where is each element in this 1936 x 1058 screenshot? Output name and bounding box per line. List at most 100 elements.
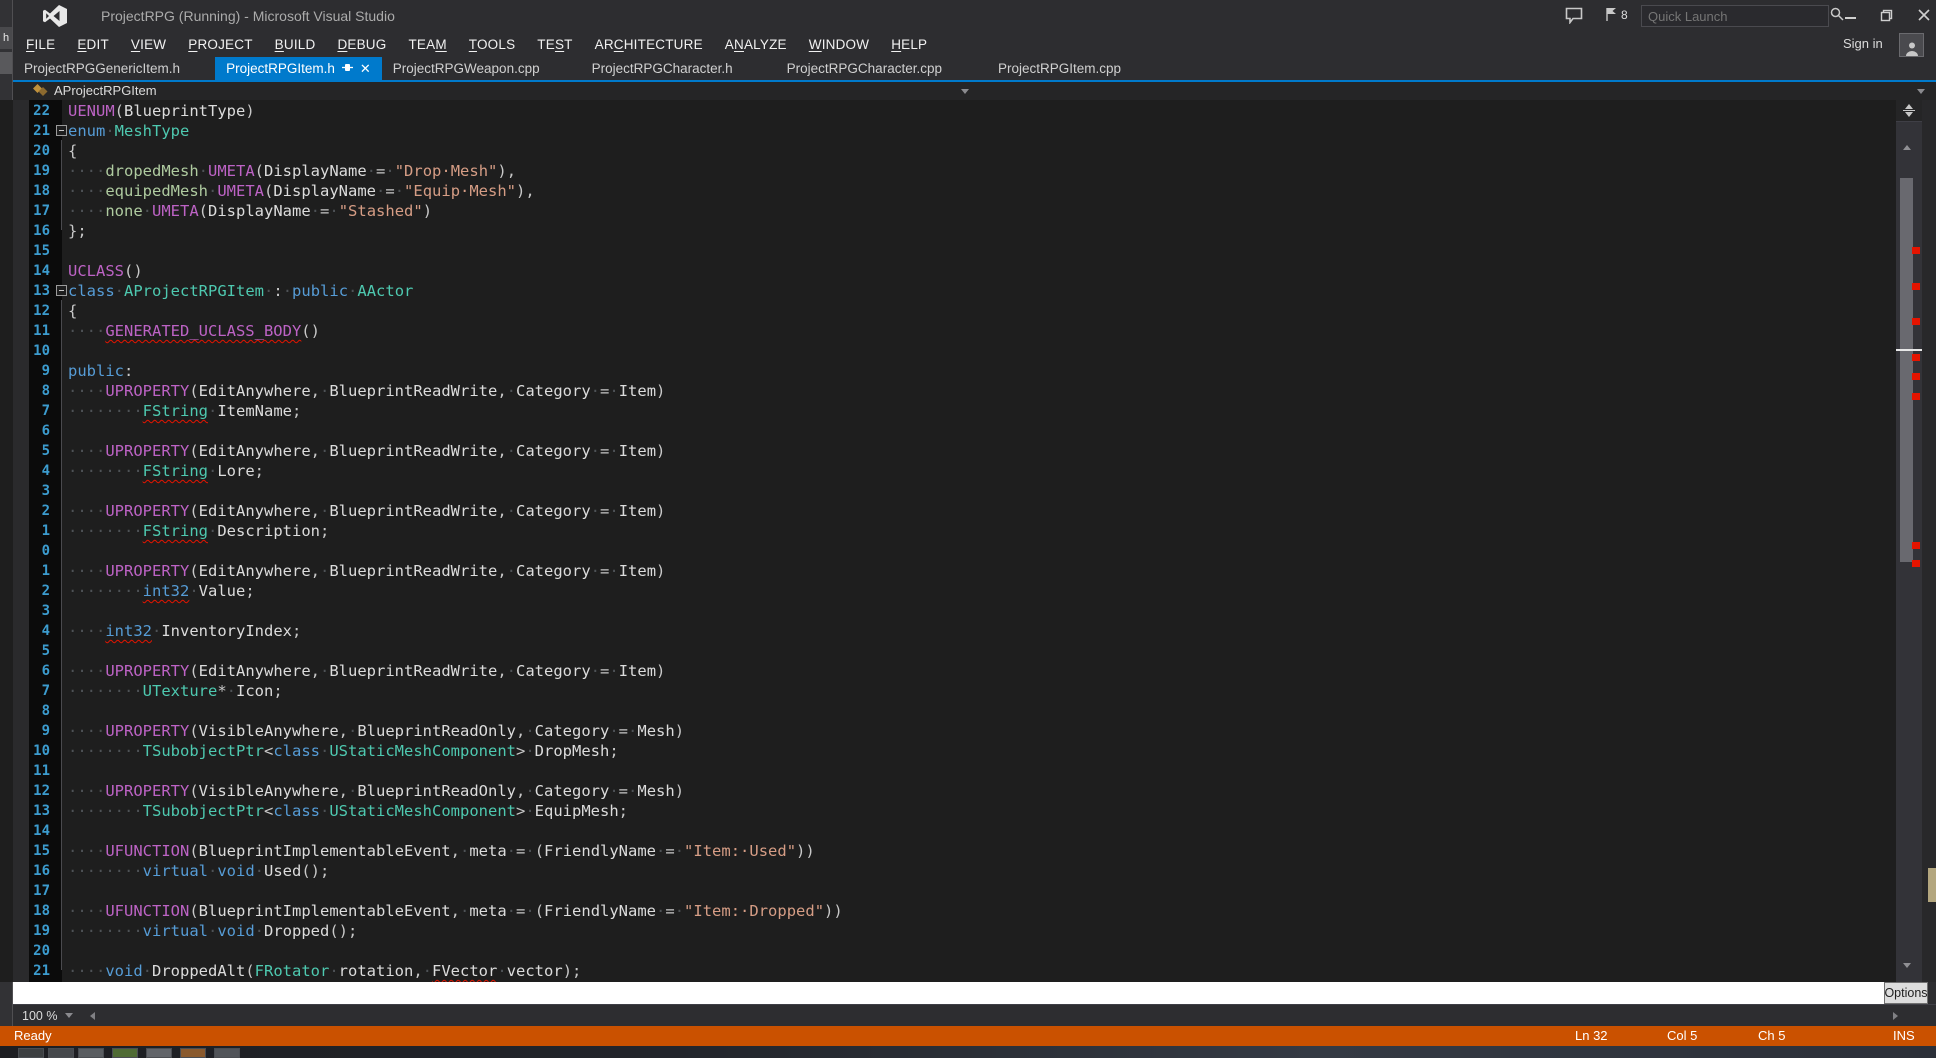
members-dropdown-chevron-icon[interactable] xyxy=(1917,89,1925,94)
code-line[interactable]: 7········UTexture*·Icon; xyxy=(0,681,1896,701)
taskbar-app-icon[interactable] xyxy=(18,1048,44,1058)
code-line[interactable]: 9····UPROPERTY(VisibleAnywhere,·Blueprin… xyxy=(0,721,1896,741)
code-line[interactable]: 14UCLASS() xyxy=(0,261,1896,281)
menu-item-debug[interactable]: DEBUG xyxy=(326,37,397,52)
code-line[interactable]: 2········int32·Value; xyxy=(0,581,1896,601)
vim-command-input[interactable] xyxy=(13,982,1884,1004)
types-dropdown-chevron-icon[interactable] xyxy=(961,89,969,94)
fold-margin xyxy=(56,861,68,881)
options-button[interactable]: Options xyxy=(1884,982,1928,1004)
user-avatar[interactable] xyxy=(1899,33,1924,57)
code-line[interactable]: 21····void·DroppedAlt(FRotator·rotation,… xyxy=(0,961,1896,981)
code-line[interactable]: 16········virtual·void·Used(); xyxy=(0,861,1896,881)
code-line[interactable]: 3 xyxy=(0,601,1896,621)
code-line[interactable]: 19····dropedMesh·UMETA(DisplayName·=·"Dr… xyxy=(0,161,1896,181)
code-line[interactable]: 9public: xyxy=(0,361,1896,381)
code-line[interactable]: 8····UPROPERTY(EditAnywhere,·BlueprintRe… xyxy=(0,381,1896,401)
menu-item-build[interactable]: BUILD xyxy=(264,37,327,52)
sign-in-link[interactable]: Sign in xyxy=(1843,36,1883,51)
taskbar-app-icon[interactable] xyxy=(112,1048,138,1058)
close-tab-icon[interactable]: ✕ xyxy=(360,62,371,75)
scope-combo[interactable]: AProjectRPGItem xyxy=(33,83,157,98)
tab-projectrpgitem.cpp[interactable]: ProjectRPGItem.cpp xyxy=(987,57,1132,80)
taskbar-app-icon[interactable] xyxy=(146,1048,172,1058)
taskbar-app-icon[interactable] xyxy=(214,1048,240,1058)
code-line[interactable]: 11····GENERATED_UCLASS_BODY() xyxy=(0,321,1896,341)
menu-item-window[interactable]: WINDOW xyxy=(798,37,880,52)
code-line[interactable]: 6 xyxy=(0,421,1896,441)
code-line[interactable]: 11 xyxy=(0,761,1896,781)
code-line[interactable]: 10········TSubobjectPtr<class·UStaticMes… xyxy=(0,741,1896,761)
feedback-icon[interactable] xyxy=(1565,7,1584,29)
code-editor[interactable]: 22UENUM(BlueprintType)21enum·MeshType20{… xyxy=(0,100,1896,982)
zoom-level-combo[interactable]: 100 % xyxy=(15,1007,80,1025)
code-line[interactable]: 4········FString·Lore; xyxy=(0,461,1896,481)
menu-item-help[interactable]: HELP xyxy=(880,37,938,52)
code-line[interactable]: 13class·AProjectRPGItem·:·public·AActor xyxy=(0,281,1896,301)
code-line[interactable]: 18····equipedMesh·UMETA(DisplayName·=·"E… xyxy=(0,181,1896,201)
scrollbar-thumb[interactable] xyxy=(1900,178,1913,562)
code-line[interactable]: 13········TSubobjectPtr<class·UStaticMes… xyxy=(0,801,1896,821)
code-line[interactable]: 20{ xyxy=(0,141,1896,161)
pin-icon[interactable] xyxy=(342,61,353,76)
code-line[interactable]: 22UENUM(BlueprintType) xyxy=(0,101,1896,121)
taskbar-app-icon[interactable] xyxy=(180,1048,206,1058)
quick-launch-box[interactable] xyxy=(1641,5,1829,27)
code-line[interactable]: 21enum·MeshType xyxy=(0,121,1896,141)
scroll-left-arrow[interactable] xyxy=(90,1012,95,1020)
minimize-button[interactable] xyxy=(1835,4,1865,26)
menu-item-analyze[interactable]: ANALYZE xyxy=(714,37,798,52)
code-line[interactable]: 10 xyxy=(0,341,1896,361)
menu-item-file[interactable]: FILE xyxy=(15,37,66,52)
scroll-up-arrow[interactable] xyxy=(1903,128,1911,146)
code-line[interactable]: 1········FString·Description; xyxy=(0,521,1896,541)
code-line[interactable]: 15 xyxy=(0,241,1896,261)
code-line[interactable]: 6····UPROPERTY(EditAnywhere,·BlueprintRe… xyxy=(0,661,1896,681)
editor-splitter-grip[interactable] xyxy=(1896,100,1922,122)
code-line[interactable]: 17 xyxy=(0,881,1896,901)
code-line[interactable]: 14 xyxy=(0,821,1896,841)
fold-margin xyxy=(56,881,68,901)
code-line[interactable]: 5····UPROPERTY(EditAnywhere,·BlueprintRe… xyxy=(0,441,1896,461)
code-line[interactable]: 3 xyxy=(0,481,1896,501)
close-button[interactable] xyxy=(1909,4,1936,26)
scroll-right-arrow[interactable] xyxy=(1893,1012,1898,1020)
fold-collapse-box[interactable] xyxy=(56,281,68,301)
vertical-scrollbar[interactable] xyxy=(1896,100,1922,982)
menu-item-tools[interactable]: TOOLS xyxy=(458,37,527,52)
quick-launch-input[interactable] xyxy=(1642,9,1830,24)
code-line[interactable]: 20 xyxy=(0,941,1896,961)
tab-projectrpgitem.h[interactable]: ProjectRPGItem.h✕ xyxy=(215,57,382,80)
code-line[interactable]: 12····UPROPERTY(VisibleAnywhere,·Bluepri… xyxy=(0,781,1896,801)
menu-item-view[interactable]: VIEW xyxy=(120,37,177,52)
code-line-cursor[interactable]: 0 xyxy=(0,541,1896,561)
menu-item-edit[interactable]: EDIT xyxy=(66,37,120,52)
notifications-flag[interactable]: 8 xyxy=(1605,7,1628,22)
line-number: 14 xyxy=(29,261,56,281)
tab-projectrpgcharacter.cpp[interactable]: ProjectRPGCharacter.cpp xyxy=(776,57,953,80)
code-line[interactable]: 15····UFUNCTION(BlueprintImplementableEv… xyxy=(0,841,1896,861)
code-line[interactable]: 8 xyxy=(0,701,1896,721)
code-line[interactable]: 5 xyxy=(0,641,1896,661)
menu-item-project[interactable]: PROJECT xyxy=(177,37,263,52)
taskbar-app-icon[interactable] xyxy=(48,1048,74,1058)
code-line[interactable]: 2····UPROPERTY(EditAnywhere,·BlueprintRe… xyxy=(0,501,1896,521)
taskbar-app-icon[interactable] xyxy=(78,1048,104,1058)
code-line[interactable]: 18····UFUNCTION(BlueprintImplementableEv… xyxy=(0,901,1896,921)
menu-item-test[interactable]: TEST xyxy=(526,37,583,52)
code-line[interactable]: 12{ xyxy=(0,301,1896,321)
tab-projectrpggenericitem.h[interactable]: ProjectRPGGenericItem.h xyxy=(13,57,191,80)
code-line[interactable]: 4····int32·InventoryIndex; xyxy=(0,621,1896,641)
code-line[interactable]: 19········virtual·void·Dropped(); xyxy=(0,921,1896,941)
notification-count: 8 xyxy=(1621,8,1628,22)
tab-projectrpgweapon.cpp[interactable]: ProjectRPGWeapon.cpp xyxy=(382,57,551,80)
menu-item-team[interactable]: TEAM xyxy=(397,37,457,52)
menu-item-architecture[interactable]: ARCHITECTURE xyxy=(584,37,714,52)
tab-projectrpgcharacter.h[interactable]: ProjectRPGCharacter.h xyxy=(581,57,744,80)
code-line[interactable]: 17····none·UMETA(DisplayName·=·"Stashed"… xyxy=(0,201,1896,221)
code-line[interactable]: 1····UPROPERTY(EditAnywhere,·BlueprintRe… xyxy=(0,561,1896,581)
code-line[interactable]: 16}; xyxy=(0,221,1896,241)
restore-button[interactable] xyxy=(1871,4,1901,26)
fold-collapse-box[interactable] xyxy=(56,121,68,141)
code-line[interactable]: 7········FString·ItemName; xyxy=(0,401,1896,421)
